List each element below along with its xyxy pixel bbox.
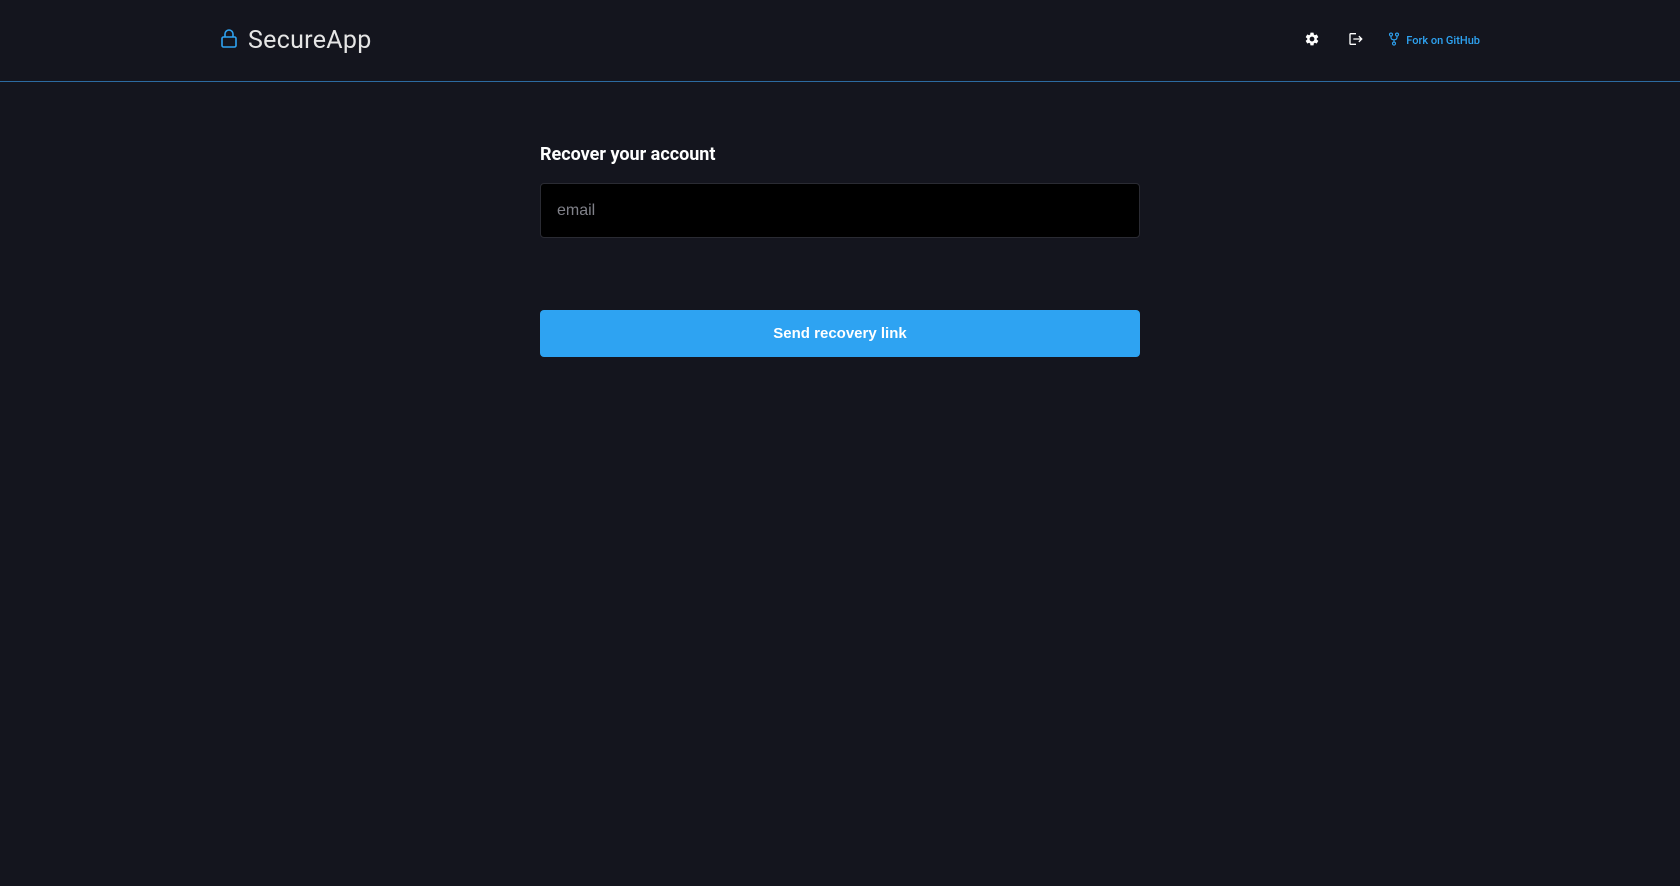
lock-icon: [220, 28, 238, 48]
form-title: Recover your account: [540, 144, 1140, 165]
logout-icon: [1348, 31, 1364, 50]
header-left: SecureApp: [220, 26, 372, 55]
fork-github-label: Fork on GitHub: [1406, 34, 1480, 47]
app-header: SecureApp: [0, 0, 1680, 82]
send-recovery-button[interactable]: Send recovery link: [540, 310, 1140, 357]
fork-icon: [1388, 31, 1400, 50]
logout-button[interactable]: [1344, 27, 1368, 54]
settings-button[interactable]: [1300, 27, 1324, 54]
gear-icon: [1304, 31, 1320, 50]
app-title: SecureApp: [248, 26, 372, 55]
recover-form: Recover your account Send recovery link: [540, 144, 1140, 357]
email-field[interactable]: [540, 183, 1140, 238]
fork-github-link[interactable]: Fork on GitHub: [1388, 31, 1480, 50]
main-content: Recover your account Send recovery link: [0, 82, 1680, 357]
header-right: Fork on GitHub: [1300, 27, 1480, 54]
